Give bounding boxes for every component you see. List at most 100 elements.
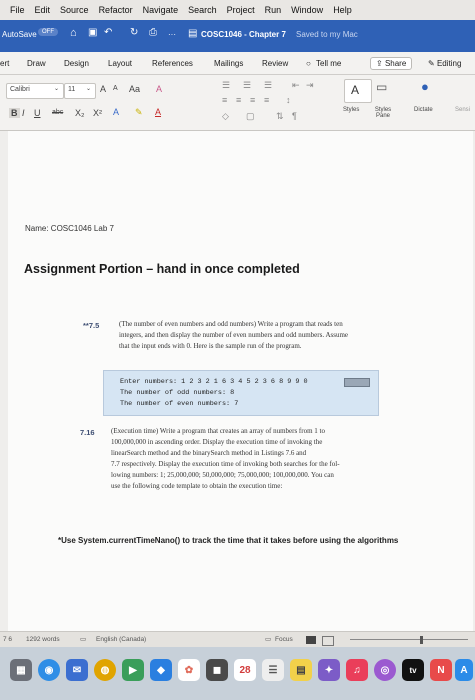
menu-item-search[interactable]: Search xyxy=(188,5,217,15)
align-center-icon[interactable]: ≡ xyxy=(236,95,241,105)
bullets-icon[interactable]: ☰ xyxy=(222,80,230,91)
language-indicator[interactable]: English (Canada) xyxy=(96,636,146,643)
highlight-icon[interactable]: ✎ xyxy=(135,107,143,118)
exercise-7-16-line: (Execution time) Write a program that cr… xyxy=(111,427,325,435)
sample-run-console: Enter numbers: 1 2 3 2 1 6 3 4 5 2 3 6 8… xyxy=(103,370,379,416)
subscript-button[interactable]: X₂ xyxy=(75,108,85,118)
focus-icon[interactable]: ▭ xyxy=(265,635,271,643)
news-icon[interactable]: N xyxy=(430,659,452,681)
pencil-icon: ✎ xyxy=(428,59,437,68)
menu-item-project[interactable]: Project xyxy=(227,5,255,15)
redo-icon[interactable]: ↻ xyxy=(130,27,138,38)
save-status: Saved to my Mac xyxy=(296,30,358,39)
font-name-select[interactable]: Calibri ⌄ xyxy=(6,83,64,99)
app-store-icon[interactable]: A xyxy=(455,659,473,681)
sensitivity-label[interactable]: Sensi xyxy=(455,107,470,113)
microphone-icon[interactable]: ● xyxy=(421,79,429,94)
notes-icon[interactable]: ▤ xyxy=(290,659,312,681)
tab-references[interactable]: References xyxy=(152,59,193,68)
styles-gallery-button[interactable]: A xyxy=(344,79,372,103)
decrease-indent-icon[interactable]: ⇤ xyxy=(292,80,300,91)
podcasts-icon[interactable]: ✦ xyxy=(318,659,340,681)
menu-item-window[interactable]: Window xyxy=(291,5,323,15)
lightbulb-icon: ○ xyxy=(306,59,311,68)
dictate-label[interactable]: Dictate xyxy=(414,107,433,113)
reminders-icon[interactable]: ☰ xyxy=(262,659,284,681)
change-case-button[interactable]: Aa xyxy=(129,84,140,94)
editing-label: Editing xyxy=(436,59,462,68)
font-color-icon[interactable]: A xyxy=(155,107,161,117)
word-count[interactable]: 1292 words xyxy=(26,636,60,643)
tab-draw[interactable]: Draw xyxy=(27,59,46,68)
tab-review[interactable]: Review xyxy=(262,59,288,68)
undo-icon[interactable]: ↶ xyxy=(104,27,112,38)
increase-indent-icon[interactable]: ⇥ xyxy=(306,80,314,91)
chrome-icon[interactable]: ◍ xyxy=(94,659,116,681)
app-menubar: File Edit Source Refactor Navigate Searc… xyxy=(0,0,475,20)
styles-pane-icon[interactable]: ▭ xyxy=(376,80,387,94)
styles-pane-label[interactable]: Styles Pane xyxy=(368,107,398,119)
launchpad-icon[interactable]: ▦ xyxy=(10,659,32,681)
tab-layout[interactable]: Layout xyxy=(108,59,132,68)
clear-formatting-button[interactable]: A xyxy=(156,84,162,94)
messages-icon[interactable]: ◆ xyxy=(150,659,172,681)
safari-icon[interactable]: ◉ xyxy=(38,659,60,681)
numbering-icon[interactable]: ☰ xyxy=(243,80,251,91)
multilevel-list-icon[interactable]: ☰ xyxy=(264,80,272,91)
print-layout-view-icon[interactable] xyxy=(306,636,316,644)
home-icon[interactable]: ⌂ xyxy=(70,27,77,39)
menu-item-refactor[interactable]: Refactor xyxy=(99,5,133,15)
font-size-select[interactable]: 11 ⌄ xyxy=(64,83,96,99)
borders-icon[interactable]: ▢ xyxy=(246,111,255,122)
page-indicator[interactable]: 7 6 xyxy=(3,636,12,643)
align-left-icon[interactable]: ≡ xyxy=(222,95,227,105)
menu-item-file[interactable]: File xyxy=(10,5,25,15)
photos-icon[interactable]: ✿ xyxy=(178,659,200,681)
menu-item-navigate[interactable]: Navigate xyxy=(143,5,179,15)
more-commands-icon[interactable]: ··· xyxy=(168,30,176,39)
apple-tv-icon[interactable]: tv xyxy=(402,659,424,681)
save-icon[interactable]: ▣ xyxy=(88,27,97,38)
print-icon[interactable]: ⎙ xyxy=(149,27,157,38)
menu-item-edit[interactable]: Edit xyxy=(35,5,51,15)
sort-icon[interactable]: ⇅ xyxy=(276,111,284,122)
mail-icon[interactable]: ✉ xyxy=(66,659,88,681)
focus-label[interactable]: Focus xyxy=(275,636,293,643)
strikethrough-button[interactable]: abc xyxy=(52,109,63,116)
facetime-icon[interactable]: ▶ xyxy=(122,659,144,681)
menu-item-help[interactable]: Help xyxy=(333,5,352,15)
underline-button[interactable]: U xyxy=(34,108,41,118)
exercise-7-5-number: **7.5 xyxy=(83,321,100,330)
tab-design[interactable]: Design xyxy=(64,59,89,68)
exercise-7-5-line: integers, and then display the number of… xyxy=(119,331,349,339)
justify-icon[interactable]: ≡ xyxy=(264,95,269,105)
autosave-toggle[interactable]: OFF xyxy=(38,28,58,36)
contacts-icon[interactable]: ◼ xyxy=(206,659,228,681)
web-layout-view-icon[interactable] xyxy=(322,636,334,646)
zoom-slider[interactable] xyxy=(350,639,468,640)
italic-button[interactable]: I xyxy=(22,108,25,118)
grow-font-button[interactable]: A xyxy=(100,84,106,94)
show-formatting-icon[interactable]: ¶ xyxy=(292,111,297,121)
align-right-icon[interactable]: ≡ xyxy=(250,95,255,105)
proofing-icon[interactable]: ▭ xyxy=(80,635,86,643)
tell-me-search[interactable]: Tell me xyxy=(316,59,341,68)
editing-mode-button[interactable]: ✎ Editing xyxy=(428,59,461,68)
calendar-icon[interactable]: 28 xyxy=(234,659,256,681)
superscript-button[interactable]: X² xyxy=(93,108,102,118)
shrink-font-button[interactable]: A xyxy=(113,85,118,92)
share-button[interactable]: ⇪ Share xyxy=(370,57,413,70)
bold-button[interactable]: B xyxy=(9,108,20,118)
tab-mailings[interactable]: Mailings xyxy=(214,59,243,68)
exercise-7-5-line: (The number of even numbers and odd numb… xyxy=(119,320,343,328)
zoom-slider-handle[interactable] xyxy=(420,636,423,644)
shading-icon[interactable]: ◇ xyxy=(222,111,229,122)
line-spacing-icon[interactable]: ↕ xyxy=(286,95,291,105)
menu-item-source[interactable]: Source xyxy=(60,5,89,15)
tab-insert[interactable]: ert xyxy=(0,59,9,68)
text-effects-icon[interactable]: A xyxy=(113,107,119,117)
menu-item-run[interactable]: Run xyxy=(265,5,282,15)
enter-key-icon xyxy=(344,378,370,387)
music-icon[interactable]: ♫ xyxy=(346,659,368,681)
siri-icon[interactable]: ◎ xyxy=(374,659,396,681)
